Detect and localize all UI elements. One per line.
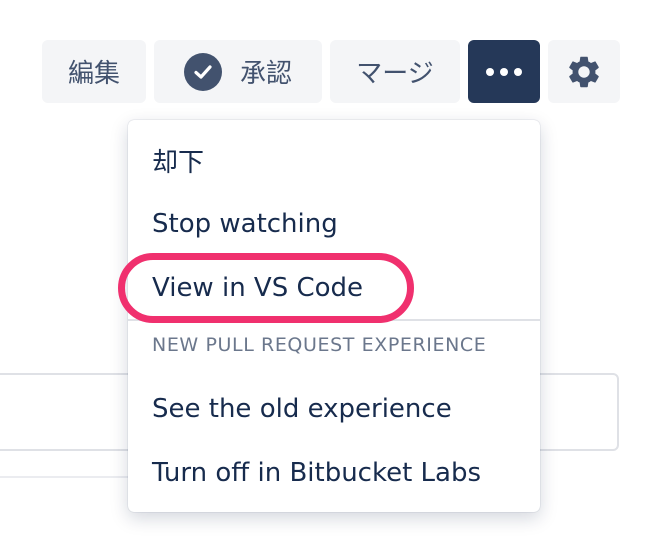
menu-item-label: See the old experience bbox=[152, 394, 452, 424]
settings-button[interactable] bbox=[548, 40, 620, 103]
menu-item-turn-off-labs[interactable]: Turn off in Bitbucket Labs bbox=[128, 441, 540, 505]
menu-item-view-in-vscode[interactable]: View in VS Code bbox=[128, 256, 540, 320]
menu-item-label: Stop watching bbox=[152, 209, 338, 239]
pull-request-header: 編集 承認 マージ 却下 Stop watching View in VS Co… bbox=[0, 0, 660, 546]
check-circle-icon bbox=[183, 52, 222, 91]
merge-button[interactable]: マージ bbox=[330, 40, 460, 103]
menu-item-label: 却下 bbox=[152, 147, 205, 178]
more-actions-menu: 却下 Stop watching View in VS Code NEW PUL… bbox=[128, 120, 540, 512]
more-actions-button[interactable] bbox=[468, 40, 540, 103]
gear-icon bbox=[569, 56, 599, 87]
menu-item-reject[interactable]: 却下 bbox=[128, 128, 540, 192]
more-horizontal-icon bbox=[486, 67, 522, 76]
edit-button-label: 編集 bbox=[67, 59, 120, 89]
menu-group-heading: NEW PULL REQUEST EXPERIENCE bbox=[152, 334, 487, 356]
menu-divider bbox=[128, 319, 540, 321]
menu-item-see-old-experience[interactable]: See the old experience bbox=[128, 377, 540, 441]
menu-item-label: View in VS Code bbox=[152, 273, 364, 303]
menu-item-stop-watching[interactable]: Stop watching bbox=[128, 192, 540, 256]
approve-button[interactable]: 承認 bbox=[154, 40, 322, 103]
approve-button-label: 承認 bbox=[239, 59, 292, 89]
menu-item-label: Turn off in Bitbucket Labs bbox=[152, 458, 482, 488]
background-divider bbox=[0, 476, 130, 478]
merge-button-label: マージ bbox=[356, 59, 434, 89]
edit-button[interactable]: 編集 bbox=[42, 40, 146, 103]
